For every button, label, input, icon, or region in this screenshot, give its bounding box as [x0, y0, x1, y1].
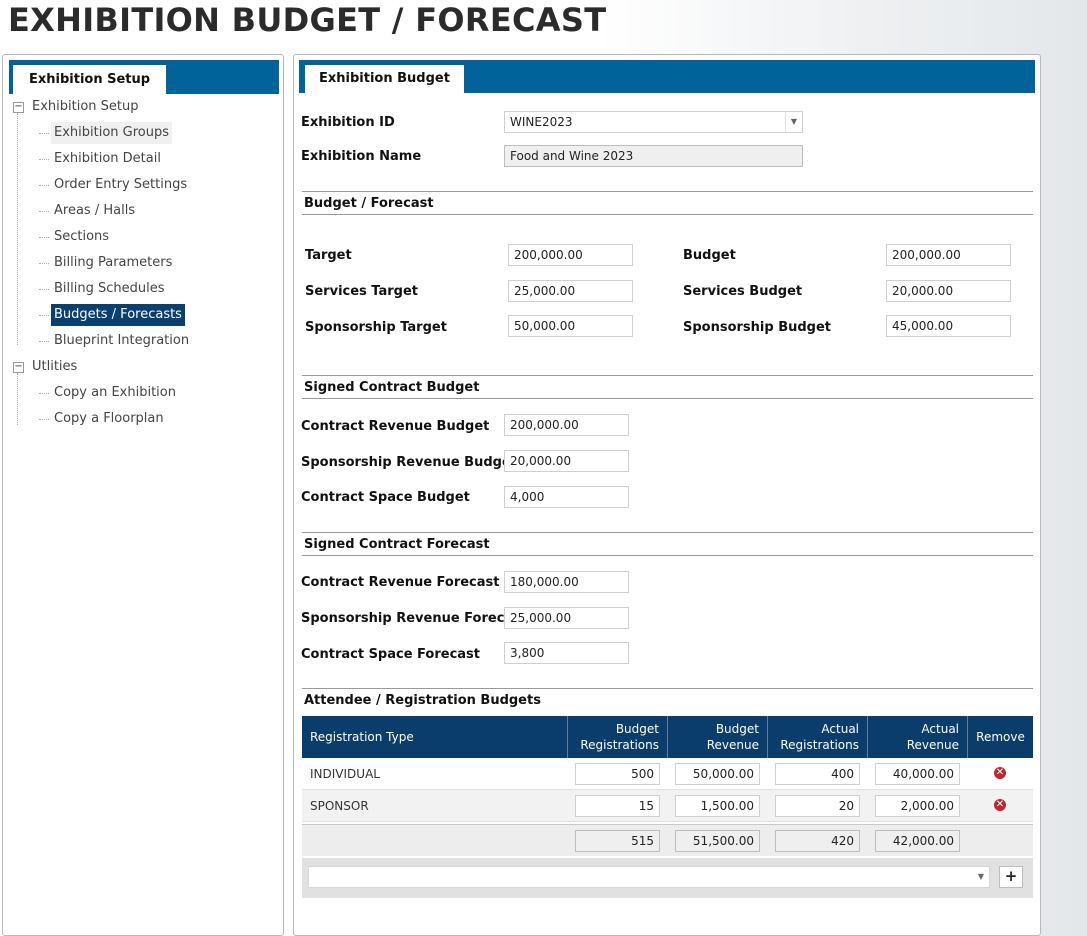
target-label: Target [305, 248, 352, 263]
nav-panel: Exhibition Setup − Exhibition Setup Exhi… [2, 54, 284, 936]
grid-header: Registration Type Budget Registrations B… [302, 716, 1033, 758]
target-input[interactable]: 200,000.00 [508, 244, 633, 266]
total-actual-registrations: 420 [775, 830, 860, 852]
sidebar-item-areas-halls[interactable]: Areas / Halls [38, 200, 138, 222]
main-tab-strip: Exhibition Budget [299, 60, 1035, 93]
actual-revenue-input[interactable]: 2,000.00 [875, 795, 960, 817]
tree-group-label: Utlities [32, 359, 78, 374]
remove-circle-icon[interactable]: ✕ [994, 799, 1006, 811]
budget-registrations-input[interactable]: 500 [575, 763, 660, 785]
sidebar-item-copy-exhibition[interactable]: Copy an Exhibition [39, 382, 179, 404]
total-actual-revenue: 42,000.00 [875, 830, 960, 852]
sponsorship-revenue-forecast-input[interactable]: 25,000.00 [504, 607, 629, 629]
exhibition-id-label: Exhibition ID [301, 115, 395, 130]
remove-circle-icon[interactable]: ✕ [994, 767, 1006, 779]
chevron-down-icon[interactable]: ▼ [785, 112, 802, 132]
sponsorship-budget-input[interactable]: 45,000.00 [886, 315, 1011, 337]
totals-row: 515 51,500.00 420 42,000.00 [302, 824, 1033, 856]
services-budget-input[interactable]: 20,000.00 [886, 280, 1011, 302]
section-signed-contract-budget: Signed Contract Budget [302, 375, 1033, 399]
chevron-down-icon[interactable]: ▼ [973, 867, 989, 887]
page-title: EXHIBITION BUDGET / FORECAST [8, 1, 607, 39]
total-budget-registrations: 515 [575, 830, 660, 852]
actual-revenue-input[interactable]: 40,000.00 [875, 763, 960, 785]
sidebar-item-exhibition-groups[interactable]: Exhibition Groups [38, 122, 173, 144]
actual-registrations-input[interactable]: 400 [775, 763, 860, 785]
exhibition-id-value: WINE2023 [510, 115, 573, 129]
contract-revenue-forecast-input[interactable]: 180,000.00 [504, 571, 629, 593]
tab-exhibition-budget[interactable]: Exhibition Budget [305, 65, 464, 93]
contract-revenue-budget-label: Contract Revenue Budget [301, 419, 490, 434]
sidebar-item-sections[interactable]: Sections [38, 226, 112, 248]
sponsorship-target-label: Sponsorship Target [305, 320, 447, 335]
sidebar-item-exhibition-detail[interactable]: Exhibition Detail [39, 148, 164, 170]
actual-registrations-input[interactable]: 20 [775, 795, 860, 817]
total-budget-revenue: 51,500.00 [675, 830, 760, 852]
contract-space-forecast-label: Contract Space Forecast [301, 647, 481, 662]
sponsorship-target-input[interactable]: 50,000.00 [508, 315, 633, 337]
budget-revenue-input[interactable]: 1,500.00 [675, 795, 760, 817]
contract-revenue-budget-input[interactable]: 200,000.00 [504, 414, 629, 436]
sidebar-item-budgets-forecasts[interactable]: Budgets / Forecasts [39, 304, 185, 326]
exhibition-name-label: Exhibition Name [301, 149, 422, 164]
budget-label: Budget [683, 248, 736, 263]
sponsorship-budget-label: Sponsorship Budget [683, 320, 832, 335]
col-budget-revenue[interactable]: Budget Revenue [668, 716, 768, 758]
tab-exhibition-setup[interactable]: Exhibition Setup [13, 65, 167, 94]
sidebar-item-billing-schedules[interactable]: Billing Schedules [39, 278, 168, 300]
tree-connector [17, 113, 18, 345]
sidebar-item-blueprint-integration[interactable]: Blueprint Integration [38, 330, 192, 352]
section-signed-contract-forecast: Signed Contract Forecast [302, 532, 1033, 556]
sidebar-item-order-entry-settings[interactable]: Order Entry Settings [38, 174, 190, 196]
table-row: INDIVIDUAL 500 50,000.00 400 40,000.00 ✕ [302, 758, 1033, 790]
col-remove: Remove [976, 730, 1025, 744]
registration-type-cell: SPONSOR [310, 799, 369, 813]
tree-connector [17, 373, 18, 425]
tree-group-label: Exhibition Setup [32, 99, 139, 114]
add-registration-button[interactable]: + [999, 866, 1023, 888]
section-registration-budgets: Attendee / Registration Budgets [302, 688, 1033, 712]
col-registration-type[interactable]: Registration Type [302, 716, 568, 758]
budget-registrations-input[interactable]: 15 [575, 795, 660, 817]
budget-input[interactable]: 200,000.00 [886, 244, 1011, 266]
sidebar-item-copy-floorplan[interactable]: Copy a Floorplan [39, 408, 167, 430]
contract-revenue-forecast-label: Contract Revenue Forecast [301, 575, 500, 590]
services-target-label: Services Target [305, 284, 419, 299]
sponsorship-revenue-budget-label: Sponsorship Revenue Budget [301, 455, 517, 470]
col-actual-revenue[interactable]: Actual Revenue [868, 716, 968, 758]
contract-space-forecast-input[interactable]: 3,800 [504, 642, 629, 664]
budget-revenue-input[interactable]: 50,000.00 [675, 763, 760, 785]
services-target-input[interactable]: 25,000.00 [508, 280, 633, 302]
contract-space-budget-label: Contract Space Budget [301, 490, 470, 505]
registration-type-cell: INDIVIDUAL [310, 767, 380, 781]
table-row: SPONSOR 15 1,500.00 20 2,000.00 ✕ [302, 790, 1033, 822]
collapse-icon[interactable]: − [13, 102, 24, 113]
nav-tab-strip: Exhibition Setup [9, 60, 279, 94]
sponsorship-revenue-budget-input[interactable]: 20,000.00 [504, 450, 629, 472]
exhibition-name-field: Food and Wine 2023 [504, 145, 803, 167]
exhibition-id-select[interactable]: WINE2023 ▼ [504, 111, 803, 133]
sidebar-item-billing-parameters[interactable]: Billing Parameters [38, 252, 175, 274]
main-panel: Exhibition Budget Exhibition ID WINE2023… [293, 54, 1041, 936]
add-registration-bar: ▼ + [302, 858, 1033, 898]
col-actual-registrations[interactable]: Actual Registrations [768, 716, 868, 758]
sponsorship-revenue-forecast-label: Sponsorship Revenue Forecast [301, 611, 528, 626]
collapse-icon[interactable]: − [13, 362, 24, 373]
col-budget-registrations[interactable]: Budget Registrations [568, 716, 668, 758]
contract-space-budget-input[interactable]: 4,000 [504, 486, 629, 508]
services-budget-label: Services Budget [683, 284, 803, 299]
registration-type-select[interactable]: ▼ [308, 866, 990, 888]
section-budget-forecast: Budget / Forecast [302, 191, 1033, 215]
